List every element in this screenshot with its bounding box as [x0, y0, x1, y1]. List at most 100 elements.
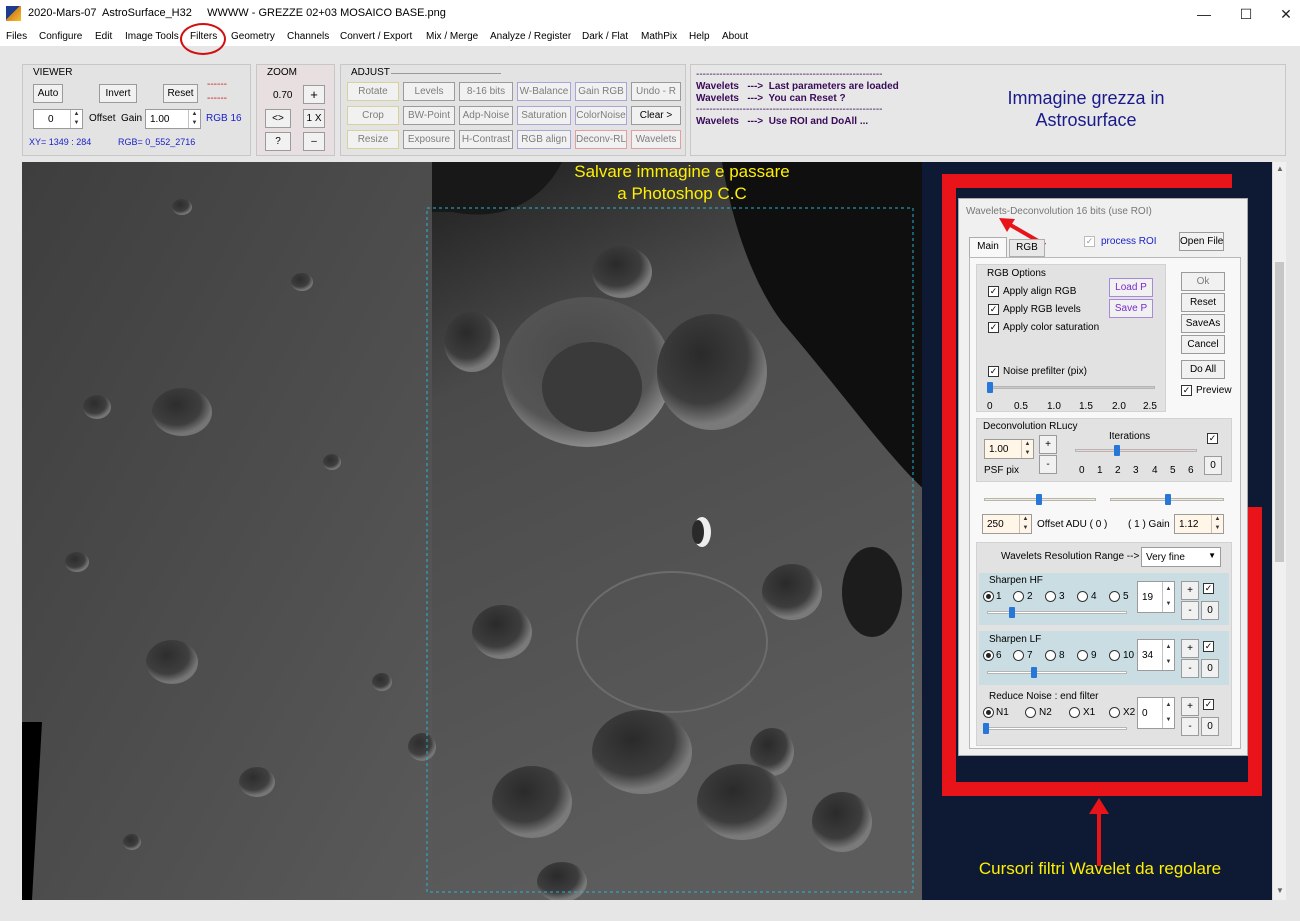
- menu-dark-flat[interactable]: Dark / Flat: [582, 31, 628, 42]
- vertical-scrollbar[interactable]: ▲ ▼: [1272, 162, 1286, 900]
- close-button[interactable]: ✕: [1266, 4, 1300, 24]
- lf-radio-6[interactable]: [983, 650, 994, 661]
- menu-channels[interactable]: Channels: [287, 31, 329, 42]
- menu-mix-merge[interactable]: Mix / Merge: [426, 31, 478, 42]
- lf-radio-7[interactable]: [1013, 650, 1024, 661]
- psf-minus-button[interactable]: -: [1039, 455, 1057, 474]
- menu-edit[interactable]: Edit: [95, 31, 112, 42]
- sharpen-lf-slider[interactable]: [987, 671, 1127, 674]
- resize-button[interactable]: Resize: [347, 130, 399, 149]
- offset-spinner[interactable]: 0 ▲ ▼: [33, 109, 83, 129]
- reduce-noise-slider[interactable]: [987, 727, 1127, 730]
- zoom-fit-button[interactable]: <>: [265, 109, 291, 128]
- minimize-button[interactable]: —: [1184, 4, 1224, 24]
- psf-plus-button[interactable]: +: [1039, 435, 1057, 454]
- noise-prefilter-checkbox[interactable]: ✓: [988, 366, 999, 377]
- spinner-arrows-icon[interactable]: ▲ ▼: [188, 110, 200, 128]
- deconv-rl-button[interactable]: Deconv-RL: [575, 130, 627, 149]
- invert-button[interactable]: Invert: [99, 84, 137, 103]
- sharpen-hf-slider[interactable]: [987, 611, 1127, 614]
- gain-spinner[interactable]: 1.00 ▲ ▼: [145, 109, 201, 129]
- rn-radio-x1[interactable]: [1069, 707, 1080, 718]
- undo-r-button[interactable]: Undo - R: [631, 82, 681, 101]
- hf-radio-5[interactable]: [1109, 591, 1120, 602]
- spinner-arrows-icon[interactable]: ▲ ▼: [1021, 440, 1033, 458]
- gain-dialog-spinner[interactable]: 1.12 ▲ ▼: [1174, 514, 1224, 534]
- zoom-in-button[interactable]: +: [303, 85, 325, 104]
- apply-align-checkbox[interactable]: ✓: [988, 286, 999, 297]
- gain-thumb[interactable]: [1165, 494, 1171, 505]
- lf-radio-10[interactable]: [1109, 650, 1120, 661]
- menu-geometry[interactable]: Geometry: [231, 31, 275, 42]
- scroll-up-icon[interactable]: ▲: [1276, 164, 1284, 173]
- saveas-button[interactable]: SaveAs: [1181, 314, 1225, 333]
- cancel-button[interactable]: Cancel: [1181, 335, 1225, 354]
- zoom-1x-button[interactable]: 1 X: [303, 109, 325, 128]
- zoom-out-button[interactable]: –: [303, 132, 325, 151]
- lf-radio-9[interactable]: [1077, 650, 1088, 661]
- spinner-arrows-icon[interactable]: ▲ ▼: [70, 110, 82, 128]
- tab-rgb[interactable]: RGB: [1009, 239, 1045, 257]
- ok-button[interactable]: Ok: [1181, 272, 1225, 291]
- hf-minus-button[interactable]: -: [1181, 601, 1199, 620]
- reset-button[interactable]: Reset: [163, 84, 198, 103]
- load-p-button[interactable]: Load P: [1109, 278, 1153, 297]
- gain-rgb-button[interactable]: Gain RGB: [575, 82, 627, 101]
- process-roi-checkbox[interactable]: ✓: [1084, 236, 1095, 247]
- rn-radio-n1[interactable]: [983, 707, 994, 718]
- hf-enable-checkbox[interactable]: ✓: [1203, 583, 1214, 594]
- sharpen-lf-thumb[interactable]: [1031, 667, 1037, 678]
- menu-help[interactable]: Help: [689, 31, 710, 42]
- do-all-button[interactable]: Do All: [1181, 360, 1225, 379]
- menu-mathpix[interactable]: MathPix: [641, 31, 677, 42]
- apply-saturation-checkbox[interactable]: ✓: [988, 322, 999, 333]
- scroll-down-icon[interactable]: ▼: [1276, 886, 1284, 895]
- hf-zero-button[interactable]: 0: [1201, 601, 1219, 620]
- hf-radio-3[interactable]: [1045, 591, 1056, 602]
- spinner-arrows-icon[interactable]: ▲ ▼: [1162, 698, 1174, 728]
- spinner-arrows-icon[interactable]: ▲ ▼: [1162, 582, 1174, 612]
- sharpen-hf-spinner[interactable]: 19 ▲ ▼: [1137, 581, 1175, 613]
- menu-files[interactable]: Files: [6, 31, 27, 42]
- maximize-button[interactable]: ☐: [1226, 4, 1266, 24]
- menu-configure[interactable]: Configure: [39, 31, 82, 42]
- auto-button[interactable]: Auto: [33, 84, 63, 103]
- spinner-arrows-icon[interactable]: ▲ ▼: [1211, 515, 1223, 533]
- hf-radio-2[interactable]: [1013, 591, 1024, 602]
- menu-about[interactable]: About: [722, 31, 748, 42]
- noise-prefilter-slider[interactable]: [989, 386, 1155, 389]
- rn-radio-x2[interactable]: [1109, 707, 1120, 718]
- rn-radio-n2[interactable]: [1025, 707, 1036, 718]
- apply-levels-checkbox[interactable]: ✓: [988, 304, 999, 315]
- resolution-range-select[interactable]: Very fine ▼: [1141, 547, 1221, 567]
- preview-checkbox[interactable]: ✓: [1181, 385, 1192, 396]
- colornoise-button[interactable]: ColorNoise: [575, 106, 627, 125]
- adp-noise-button[interactable]: Adp-Noise: [459, 106, 513, 125]
- psf-spinner[interactable]: 1.00 ▲ ▼: [984, 439, 1034, 459]
- lf-enable-checkbox[interactable]: ✓: [1203, 641, 1214, 652]
- offset-adu-thumb[interactable]: [1036, 494, 1042, 505]
- crop-button[interactable]: Crop: [347, 106, 399, 125]
- w-balance-button[interactable]: W-Balance: [517, 82, 571, 101]
- 8-16-bits-button[interactable]: 8-16 bits: [459, 82, 513, 101]
- noise-prefilter-thumb[interactable]: [987, 382, 993, 393]
- hf-radio-1[interactable]: [983, 591, 994, 602]
- lf-zero-button[interactable]: 0: [1201, 659, 1219, 678]
- reduce-noise-spinner[interactable]: 0 ▲ ▼: [1137, 697, 1175, 729]
- h-contrast-button[interactable]: H-Contrast: [459, 130, 513, 149]
- lf-plus-button[interactable]: +: [1181, 639, 1199, 658]
- levels-button[interactable]: Levels: [403, 82, 455, 101]
- saturation-button[interactable]: Saturation: [517, 106, 571, 125]
- sharpen-hf-thumb[interactable]: [1009, 607, 1015, 618]
- lf-radio-8[interactable]: [1045, 650, 1056, 661]
- rgb-align-button[interactable]: RGB align: [517, 130, 571, 149]
- menu-analyze-register[interactable]: Analyze / Register: [490, 31, 571, 42]
- exposure-button[interactable]: Exposure: [403, 130, 455, 149]
- menu-convert-export[interactable]: Convert / Export: [340, 31, 412, 42]
- rn-enable-checkbox[interactable]: ✓: [1203, 699, 1214, 710]
- rn-zero-button[interactable]: 0: [1201, 717, 1219, 736]
- deconv-zero-button[interactable]: 0: [1204, 456, 1222, 475]
- zoom-help-button[interactable]: ?: [265, 132, 291, 151]
- lf-minus-button[interactable]: -: [1181, 659, 1199, 678]
- hf-radio-4[interactable]: [1077, 591, 1088, 602]
